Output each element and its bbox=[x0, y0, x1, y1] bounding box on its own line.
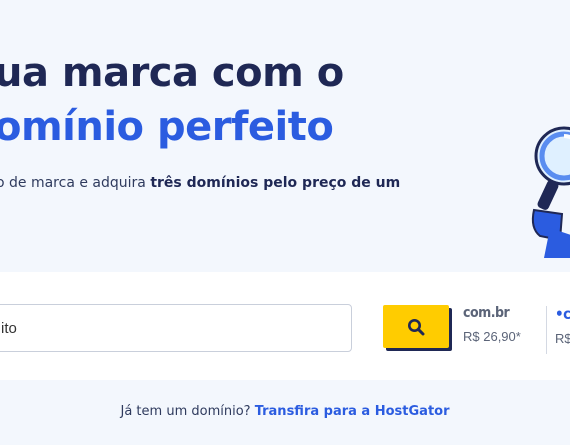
search-icon bbox=[408, 318, 425, 335]
tld-price: R$ 26,90* bbox=[463, 329, 521, 344]
hero-section: ua marca com o omínio perfeito o de marc… bbox=[0, 0, 570, 272]
headline-line-2: omínio perfeito bbox=[0, 104, 334, 150]
tld-name: com.br bbox=[463, 305, 510, 321]
tld-price: R$ bbox=[555, 331, 570, 346]
tld-divider bbox=[546, 306, 547, 354]
tld-option-partial[interactable]: •c R$ bbox=[555, 305, 570, 346]
headline-line-1: ua marca com o bbox=[0, 50, 344, 96]
hero-subtitle: o de marca e adquira três domínios pelo … bbox=[0, 175, 400, 191]
tld-name: •c bbox=[555, 305, 570, 323]
domain-search-input[interactable] bbox=[0, 304, 352, 352]
transfer-question: Já tem um domínio? bbox=[120, 404, 255, 419]
search-button[interactable] bbox=[383, 305, 449, 348]
transfer-prompt: Já tem um domínio? Transfira para a Host… bbox=[0, 404, 570, 419]
subtitle-text: o de marca e adquira bbox=[0, 175, 151, 191]
subtitle-highlight: três domínios pelo preço de um bbox=[150, 175, 401, 191]
magnifier-icon bbox=[531, 126, 570, 258]
magnifier-illustration bbox=[520, 118, 570, 258]
transfer-link[interactable]: Transfira para a HostGator bbox=[255, 404, 450, 419]
tld-option-com-br[interactable]: com.br R$ 26,90* bbox=[463, 305, 521, 344]
